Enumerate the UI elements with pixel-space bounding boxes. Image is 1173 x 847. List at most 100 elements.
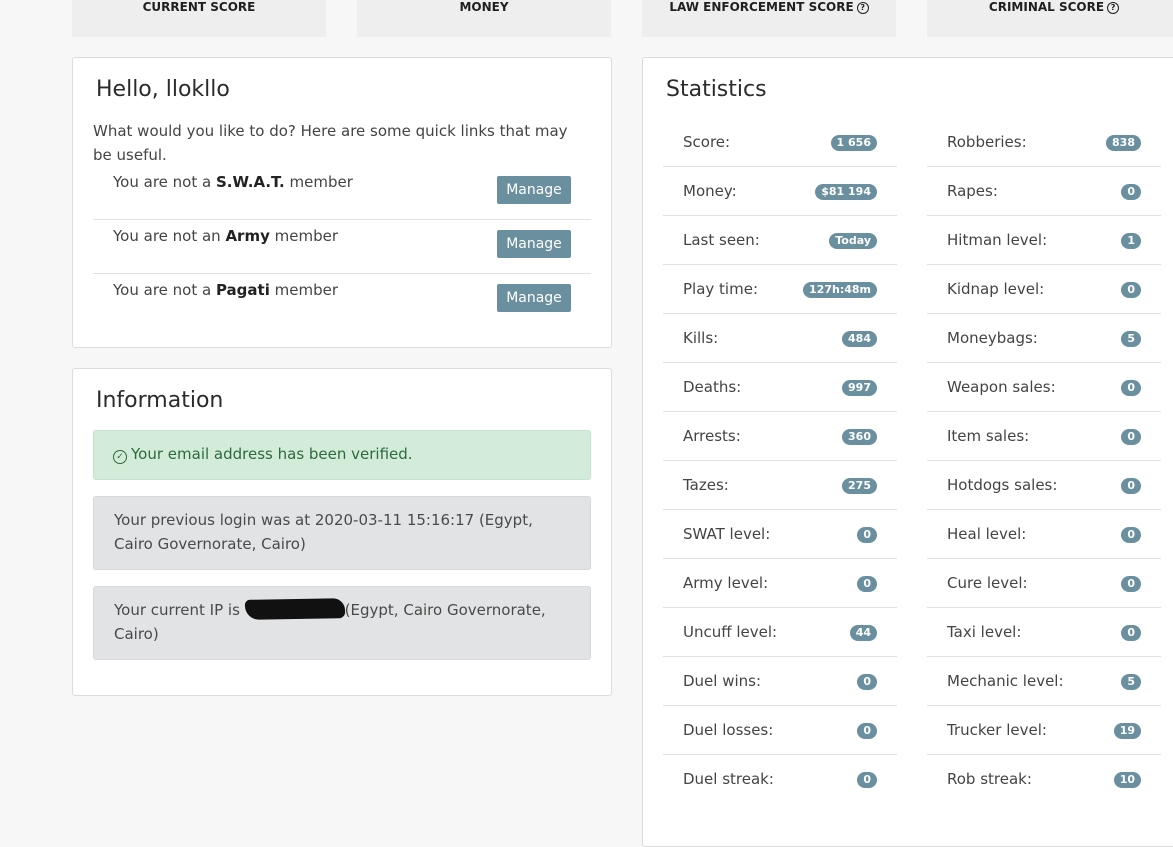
statistics-title: Statistics xyxy=(666,77,767,102)
redacted-ip xyxy=(244,598,345,620)
membership-text: You are not a S.W.A.T. member xyxy=(113,173,353,191)
stat-row: Deaths: 997 xyxy=(663,363,897,412)
stat-row: Uncuff level: 44 xyxy=(663,608,897,657)
manage-swat-button[interactable]: Manage xyxy=(497,176,571,204)
stat-row: Score: 1 656 xyxy=(663,118,897,167)
hello-card: Hello, llokllo What would you like to do… xyxy=(72,57,612,348)
money-label: MONEY xyxy=(459,0,509,14)
stat-row: Trucker level: 19 xyxy=(927,706,1161,755)
stat-badge: 0 xyxy=(1121,282,1141,298)
law-enforcement-score-box: LAW ENFORCEMENT SCORE? xyxy=(642,0,896,37)
stat-badge: 19 xyxy=(1113,723,1141,739)
information-card: Information ✓ Your email address has been… xyxy=(72,368,612,696)
stat-row: Hotdogs sales: 0 xyxy=(927,461,1161,510)
hello-intro: What would you like to do? Here are some… xyxy=(93,122,568,164)
information-title: Information xyxy=(96,388,224,413)
stat-badge: 0 xyxy=(1121,184,1141,200)
stat-row: Moneybags: 5 xyxy=(927,314,1161,363)
stat-label: Heal level: xyxy=(947,525,1027,543)
membership-row-pagati: You are not a Pagati member Manage xyxy=(93,274,591,328)
stat-badge: $81 194 xyxy=(815,184,877,200)
manage-pagati-button[interactable]: Manage xyxy=(497,284,571,312)
membership-text: You are not a Pagati member xyxy=(113,281,338,299)
stat-badge: 1 656 xyxy=(830,135,877,151)
stat-row: Arrests: 360 xyxy=(663,412,897,461)
stat-label: Uncuff level: xyxy=(683,623,778,641)
stat-badge: 0 xyxy=(857,527,877,543)
stat-row: Duel losses: 0 xyxy=(663,706,897,755)
stat-label: Duel wins: xyxy=(683,672,762,690)
email-verified-alert: ✓ Your email address has been verified. xyxy=(93,430,591,480)
stat-row: Weapon sales: 0 xyxy=(927,363,1161,412)
stat-label: Play time: xyxy=(683,280,758,298)
membership-row-army: You are not an Army member Manage xyxy=(93,220,591,274)
stat-label: Last seen: xyxy=(683,231,760,249)
stat-badge: 275 xyxy=(842,478,877,494)
stat-label: Mechanic level: xyxy=(947,672,1064,690)
stat-label: Rapes: xyxy=(947,182,998,200)
stat-label: Arrests: xyxy=(683,427,741,445)
stat-row: Rapes: 0 xyxy=(927,167,1161,216)
stats-left-column: Score: 1 656 Money: $81 194 Last seen: Today P… xyxy=(663,118,897,804)
stat-badge: 10 xyxy=(1113,772,1141,788)
hello-title: Hello, llokllo xyxy=(96,77,230,102)
membership-text: You are not an Army member xyxy=(113,227,339,245)
stat-row: Kills: 484 xyxy=(663,314,897,363)
stat-badge: 838 xyxy=(1106,135,1141,151)
manage-army-button[interactable]: Manage xyxy=(497,230,571,258)
criminal-score-label: CRIMINAL SCORE xyxy=(988,0,1105,14)
stat-row: Hitman level: 1 xyxy=(927,216,1161,265)
stat-label: Hotdogs sales: xyxy=(947,476,1058,494)
stat-row: Play time: 127h:48m xyxy=(663,265,897,314)
membership-row-swat: You are not a S.W.A.T. member Manage xyxy=(93,166,591,220)
stat-badge: 5 xyxy=(1121,674,1141,690)
current-ip-alert: Your current IP is (Egypt, Cairo Governo… xyxy=(93,586,591,660)
stat-row: Money: $81 194 xyxy=(663,167,897,216)
help-icon[interactable]: ? xyxy=(856,2,869,14)
stat-badge: 0 xyxy=(1121,576,1141,592)
stat-label: Robberies: xyxy=(947,133,1027,151)
statistics-card: Statistics Score: 1 656 Money: $81 194 Last … xyxy=(642,57,1173,847)
money-box: MONEY xyxy=(357,0,611,37)
stat-label: Army level: xyxy=(683,574,769,592)
stat-row: Tazes: 275 xyxy=(663,461,897,510)
stat-badge: 0 xyxy=(1121,478,1141,494)
previous-login-alert: Your previous login was at 2020-03-11 15… xyxy=(93,496,591,570)
stat-row: Kidnap level: 0 xyxy=(927,265,1161,314)
stat-label: Hitman level: xyxy=(947,231,1048,249)
stat-row: Duel wins: 0 xyxy=(663,657,897,706)
stat-label: Score: xyxy=(683,133,731,151)
stat-label: Weapon sales: xyxy=(947,378,1056,396)
stat-row: Duel streak: 0 xyxy=(663,755,897,804)
stat-label: Kidnap level: xyxy=(947,280,1045,298)
stat-label: Tazes: xyxy=(683,476,729,494)
stat-row: Heal level: 0 xyxy=(927,510,1161,559)
stat-label: Kills: xyxy=(683,329,719,347)
current-score-box: CURRENT SCORE xyxy=(72,0,326,37)
law-enforcement-score-label: LAW ENFORCEMENT SCORE xyxy=(669,0,854,14)
stat-label: Deaths: xyxy=(683,378,742,396)
stat-row: Mechanic level: 5 xyxy=(927,657,1161,706)
stat-badge: 0 xyxy=(1121,380,1141,396)
stat-label: Item sales: xyxy=(947,427,1030,445)
check-circle-icon: ✓ xyxy=(113,450,127,464)
stat-label: Duel streak: xyxy=(683,770,774,788)
stat-badge: 0 xyxy=(857,576,877,592)
stat-label: SWAT level: xyxy=(683,525,771,543)
stat-badge: 44 xyxy=(849,625,877,641)
help-icon[interactable]: ? xyxy=(1107,2,1120,14)
stat-badge: 0 xyxy=(857,772,877,788)
stat-row: Last seen: Today xyxy=(663,216,897,265)
stat-row: Taxi level: 0 xyxy=(927,608,1161,657)
stat-label: Rob streak: xyxy=(947,770,1032,788)
stat-row: Item sales: 0 xyxy=(927,412,1161,461)
stat-row: Rob streak: 10 xyxy=(927,755,1161,804)
stat-label: Duel losses: xyxy=(683,721,774,739)
stat-row: Robberies: 838 xyxy=(927,118,1161,167)
stat-label: Money: xyxy=(683,182,737,200)
stat-badge: 1 xyxy=(1121,233,1141,249)
stat-row: SWAT level: 0 xyxy=(663,510,897,559)
stat-label: Trucker level: xyxy=(947,721,1047,739)
stat-badge: 997 xyxy=(842,380,877,396)
stat-badge: 127h:48m xyxy=(803,282,877,298)
